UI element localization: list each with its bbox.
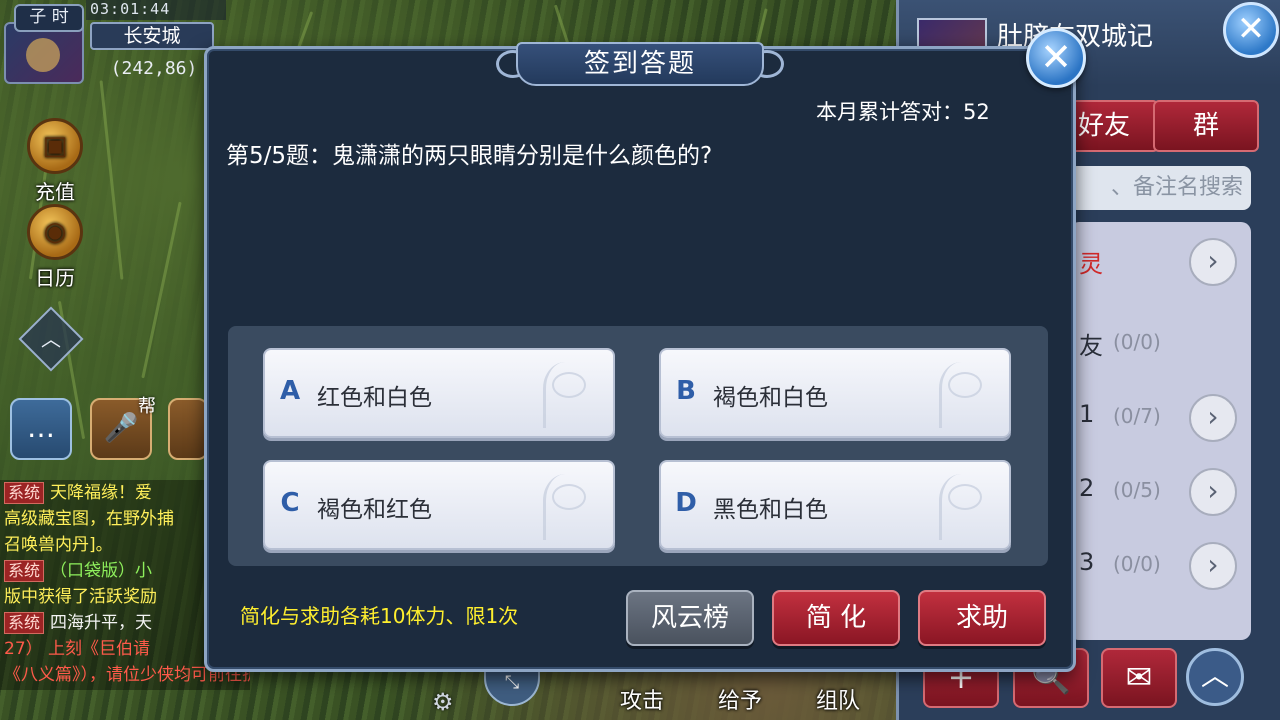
system-tag: 系统 <box>4 612 45 634</box>
monthly-correct-label: 本月累计答对： <box>816 100 963 124</box>
list-item[interactable]: 3 (0/0) › <box>1069 536 1251 596</box>
list-item[interactable]: 友 (0/0) <box>1069 314 1251 374</box>
ranking-button[interactable]: 风云榜 <box>626 590 754 646</box>
chevron-right-icon[interactable]: › <box>1189 468 1237 516</box>
calendar-label: 日历 <box>35 266 75 290</box>
answer-option-c[interactable]: C 褐色和红色 <box>263 460 615 550</box>
option-text: 褐色和白色 <box>713 385 828 411</box>
guild-channel-label: 帮 <box>138 396 156 417</box>
chevron-right-icon[interactable]: › <box>1189 238 1237 286</box>
friend-search-input[interactable]: 、备注名搜索 <box>1069 166 1251 210</box>
tab-group[interactable]: 群 <box>1153 100 1259 152</box>
give-button[interactable]: 给予 <box>700 676 780 720</box>
system-tag: 系统 <box>4 560 45 582</box>
monthly-correct-count: 本月累计答对：52 <box>816 96 990 126</box>
answer-option-b[interactable]: B 褐色和白色 <box>659 348 1011 438</box>
calendar-button[interactable]: ◉ 日历 <box>20 204 90 291</box>
cost-note: 简化与求助各耗10体力、限1次 <box>240 604 519 628</box>
attack-button[interactable]: 攻击 <box>602 676 682 720</box>
answer-option-a[interactable]: A 红色和白色 <box>263 348 615 438</box>
chat-bubble-icon[interactable]: … <box>10 398 72 460</box>
time-of-day-badge: 子 时 <box>14 4 84 32</box>
ink-flower-icon <box>939 474 995 540</box>
gear-icon[interactable]: ⚙ <box>432 688 454 716</box>
option-text: 褐色和红色 <box>317 497 432 523</box>
ink-flower-icon <box>543 474 599 540</box>
team-button[interactable]: 组队 <box>798 676 878 720</box>
list-item[interactable]: 2 (0/5) › <box>1069 462 1251 522</box>
option-letter: A <box>279 376 301 406</box>
option-text: 黑色和白色 <box>713 497 828 523</box>
map-name-label[interactable]: 长安城 <box>90 22 214 50</box>
simplify-button[interactable]: 简 化 <box>772 590 900 646</box>
recharge-button[interactable]: ▣ 充值 <box>20 118 90 205</box>
option-letter: B <box>676 376 696 406</box>
player-coordinates: (242,86) <box>110 58 198 79</box>
treasure-chest-icon: ▣ <box>27 118 83 174</box>
help-button[interactable]: 求助 <box>918 590 1046 646</box>
option-text: 红色和白色 <box>317 385 432 411</box>
mailbox-button[interactable]: ✉ <box>1101 648 1177 708</box>
clock-readout: 03:01:44 <box>86 0 226 20</box>
option-letter: D <box>675 488 697 518</box>
friend-panel-close-icon[interactable]: ✕ <box>1223 2 1279 58</box>
chevron-up-icon: ︿ <box>41 327 61 351</box>
gong-icon: ◉ <box>27 204 83 260</box>
list-item[interactable]: 灵 › <box>1069 232 1251 292</box>
friend-group-list: 灵 › 友 (0/0) 1 (0/7) › 2 (0/5) › 3 (0/0) … <box>1069 222 1251 640</box>
option-letter: C <box>280 488 300 518</box>
question-text: 第5/5题：鬼潇潇的两只眼睛分别是什么颜色的? <box>226 143 713 169</box>
emote-icon[interactable] <box>168 398 208 460</box>
ink-flower-icon <box>939 362 995 428</box>
answer-option-d[interactable]: D 黑色和白色 <box>659 460 1011 550</box>
monthly-correct-value: 52 <box>963 100 990 124</box>
ink-flower-icon <box>543 362 599 428</box>
chevron-right-icon[interactable]: › <box>1189 394 1237 442</box>
chevron-right-icon[interactable]: › <box>1189 542 1237 590</box>
list-item[interactable]: 1 (0/7) › <box>1069 388 1251 448</box>
close-icon[interactable]: ✕ <box>1026 28 1086 88</box>
dialog-title: 签到答题 <box>516 42 764 86</box>
system-tag: 系统 <box>4 482 45 504</box>
recharge-label: 充值 <box>35 180 75 204</box>
chevron-up-icon[interactable]: ︿ <box>1186 648 1244 706</box>
